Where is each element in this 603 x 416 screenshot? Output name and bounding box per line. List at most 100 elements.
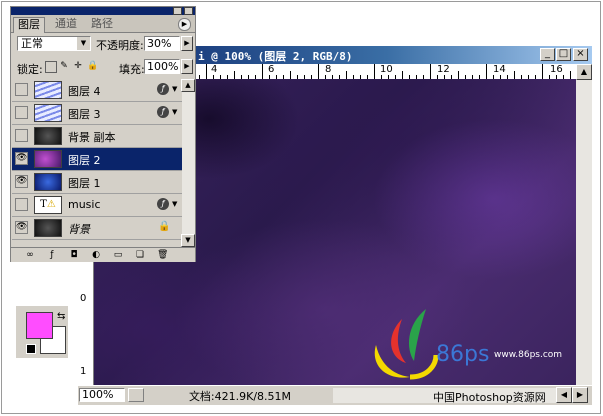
ruler-label: 10 — [380, 64, 393, 75]
visibility-toggle[interactable] — [15, 198, 28, 211]
layer-thumbnail — [34, 173, 62, 191]
foreground-color[interactable] — [26, 312, 53, 339]
mask-icon[interactable]: ◘ — [69, 250, 79, 260]
chevron-down-icon: ▼ — [77, 37, 90, 50]
scroll-up-button[interactable]: ▲ — [576, 64, 592, 80]
opacity-slider-button[interactable]: ▶ — [181, 36, 193, 51]
layer-name: 背景 — [68, 223, 90, 236]
fill-label: 填充: — [119, 63, 145, 76]
palette-tabs: 图层 通道 路径 ▶ — [11, 15, 195, 33]
scroll-left-button[interactable]: ◀ — [556, 387, 572, 403]
text-layer-icon: T⚠ — [34, 196, 62, 214]
document-title: i @ 100% (图层 2, RGB/8) — [198, 50, 353, 63]
color-swatches: ⇆ — [16, 306, 68, 358]
lock-icon: 🔒 — [158, 221, 171, 232]
lock-label: 锁定: — [17, 63, 43, 76]
watermark-logo: 86ps www.86ps.com — [374, 309, 562, 380]
effects-icon[interactable]: ƒ — [157, 83, 169, 95]
ruler-label: 6 — [268, 64, 275, 75]
chevron-down-icon[interactable]: ▼ — [172, 108, 177, 116]
layer-row[interactable]: 👁 图层 1 — [12, 171, 182, 194]
fill-field[interactable]: 100% — [144, 59, 180, 74]
zoom-field[interactable]: 100% — [79, 388, 125, 402]
ruler-label: 8 — [325, 64, 332, 75]
swap-colors-icon[interactable]: ⇆ — [57, 311, 65, 322]
layer-name: 图层 3 — [68, 108, 101, 121]
layer-style-icon[interactable]: ƒ — [47, 250, 57, 260]
lock-move-icon[interactable]: ✛ — [73, 61, 83, 71]
fill-slider-button[interactable]: ▶ — [181, 59, 193, 74]
layer-row[interactable]: 图层 3 ƒ ▼ — [12, 102, 182, 125]
ruler-label: 1 — [80, 366, 87, 377]
layer-row[interactable]: T⚠ music ƒ ▼ — [12, 194, 182, 217]
layer-name: 图层 2 — [68, 154, 101, 167]
chevron-down-icon[interactable]: ▼ — [172, 85, 177, 93]
layer-name: 图层 1 — [68, 177, 101, 190]
tab-channels[interactable]: 通道 — [51, 17, 81, 32]
palette-close-button[interactable] — [184, 7, 193, 15]
opacity-label: 不透明度: — [96, 39, 144, 52]
eye-icon[interactable]: 👁 — [15, 152, 28, 165]
status-bar: 100% 文档:421.9K/8.51M 中国Photoshop资源网 ◀ ▶ — [78, 385, 592, 405]
layer-name: music — [68, 198, 101, 211]
effects-icon[interactable]: ƒ — [157, 198, 169, 210]
scroll-down-button[interactable]: ▼ — [181, 234, 195, 247]
ruler-label: 0 — [80, 293, 87, 304]
layer-row[interactable]: 背景 副本 — [12, 125, 182, 148]
layer-list-scrollbar[interactable]: ▲ ▼ — [181, 79, 195, 247]
maximize-button[interactable]: □ — [556, 48, 571, 61]
opacity-field[interactable]: 30% — [144, 36, 180, 51]
scroll-right-button[interactable]: ▶ — [572, 387, 588, 403]
lock-all-icon[interactable]: 🔒 — [87, 61, 98, 71]
layer-thumbnail — [34, 127, 62, 145]
link-icon[interactable]: ∞ — [25, 250, 35, 260]
layer-name: 图层 4 — [68, 85, 101, 98]
palette-footer: ∞ ƒ ◘ ◐ ▭ ❏ 🗑 — [11, 247, 195, 262]
palette-minimize-button[interactable] — [173, 7, 182, 15]
minimize-button[interactable]: _ — [540, 48, 555, 61]
watermark-logo-text: 86ps — [436, 342, 489, 367]
status-menu-icon[interactable] — [128, 388, 144, 402]
layer-thumbnail — [34, 104, 62, 122]
visibility-toggle[interactable] — [15, 83, 28, 96]
new-layer-icon[interactable]: ❏ — [135, 250, 145, 260]
palette-menu-icon[interactable]: ▶ — [178, 18, 191, 31]
palette-titlebar[interactable] — [11, 7, 195, 15]
eye-icon[interactable]: 👁 — [15, 221, 28, 234]
layer-thumbnail — [34, 150, 62, 168]
ruler-label: 14 — [493, 64, 506, 75]
lock-brush-icon[interactable]: ✎ — [59, 61, 69, 71]
document-size: 文档:421.9K/8.51M — [188, 390, 292, 403]
layer-row[interactable]: 图层 4 ƒ ▼ — [12, 79, 182, 102]
ruler-label: 12 — [437, 64, 450, 75]
tab-paths[interactable]: 路径 — [87, 17, 117, 32]
layer-thumbnail — [34, 81, 62, 99]
layer-name: 背景 副本 — [68, 131, 116, 144]
close-button[interactable]: × — [573, 48, 588, 61]
visibility-toggle[interactable] — [15, 106, 28, 119]
effects-icon[interactable]: ƒ — [157, 106, 169, 118]
scroll-up-button[interactable]: ▲ — [181, 79, 195, 92]
layer-list: 图层 4 ƒ ▼ 图层 3 ƒ ▼ 背景 副本 👁 图层 2 👁 图层 1 T⚠… — [12, 79, 182, 247]
watermark-url: www.86ps.com — [494, 350, 562, 360]
horizontal-scrollbar[interactable]: 中国Photoshop资源网 ◀ ▶ — [333, 387, 588, 404]
layer-thumbnail — [34, 219, 62, 237]
chevron-down-icon[interactable]: ▼ — [172, 200, 177, 208]
blend-mode-value: 正常 — [21, 37, 43, 50]
ruler-label: 16 — [550, 64, 563, 75]
tab-layers[interactable]: 图层 — [13, 17, 45, 33]
vertical-scrollbar[interactable]: ▲ — [576, 64, 592, 385]
visibility-toggle[interactable] — [15, 129, 28, 142]
ruler-label: 4 — [211, 64, 218, 75]
blend-mode-select[interactable]: 正常 ▼ — [17, 36, 91, 51]
trash-icon[interactable]: 🗑 — [157, 250, 168, 260]
layers-palette: 图层 通道 路径 ▶ 正常 ▼ 不透明度: 30% ▶ 锁定: ✎ ✛ 🔒 填充… — [10, 6, 196, 262]
folder-icon[interactable]: ▭ — [113, 250, 123, 260]
layer-row[interactable]: 👁 背景 🔒 — [12, 217, 182, 240]
watermark-caption: 中国Photoshop资源网 — [433, 391, 546, 404]
default-colors-icon[interactable] — [26, 344, 36, 354]
adjustment-layer-icon[interactable]: ◐ — [91, 250, 101, 260]
layer-row[interactable]: 👁 图层 2 — [12, 148, 182, 171]
lock-transparent-icon[interactable] — [45, 61, 57, 73]
eye-icon[interactable]: 👁 — [15, 175, 28, 188]
